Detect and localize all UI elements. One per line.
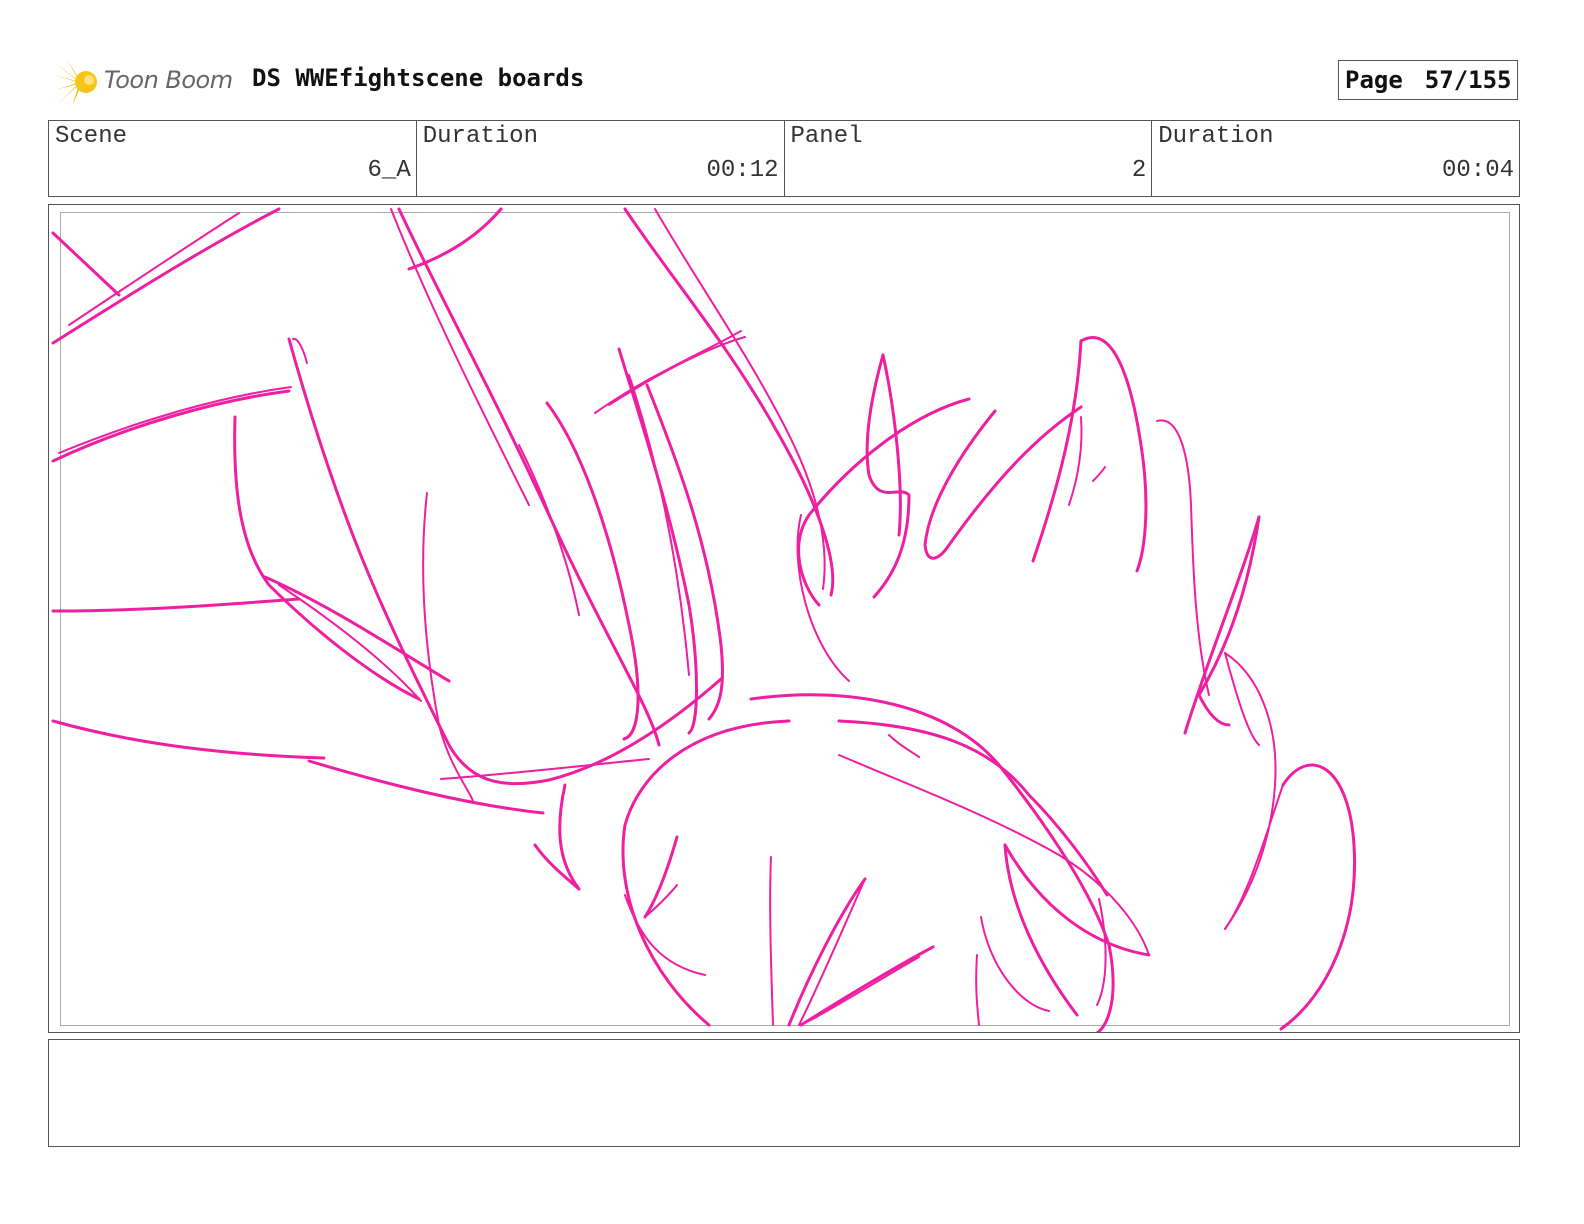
scene-duration-label: Duration [422, 123, 538, 150]
scene-cell: Scene 6_A [49, 121, 417, 196]
logo-text: Toon Boom [104, 66, 233, 94]
panel-duration-value: 00:04 [1441, 157, 1514, 184]
sunburst-icon [52, 58, 97, 106]
panel-cell: Panel 2 [785, 121, 1153, 196]
panel-notes-box [48, 1039, 1520, 1147]
scene-value: 6_A [367, 157, 411, 184]
scene-duration-value: 00:12 [706, 157, 779, 184]
storyboard-panel-frame [48, 204, 1520, 1033]
page-label: Page [1345, 66, 1403, 94]
document-title: DS WWEfightscene boards [252, 64, 585, 92]
panel-duration-cell: Duration 00:04 [1152, 121, 1519, 196]
panel-label: Panel [790, 123, 863, 150]
toon-boom-logo: Toon Boom [52, 56, 242, 108]
panel-info-table: Scene 6_A Duration 00:12 Panel 2 Duratio… [48, 120, 1520, 197]
page-header: Toon Boom DS WWEfightscene boards Page 5… [52, 52, 1532, 108]
scene-duration-cell: Duration 00:12 [417, 121, 785, 196]
panel-duration-label: Duration [1158, 123, 1274, 150]
rough-sketch-drawing [51, 207, 1357, 1032]
panel-value: 2 [1131, 157, 1147, 184]
scene-label: Scene [55, 123, 128, 150]
page-counter: Page 57/155 [1338, 60, 1518, 100]
page-number: 57/155 [1424, 66, 1512, 94]
